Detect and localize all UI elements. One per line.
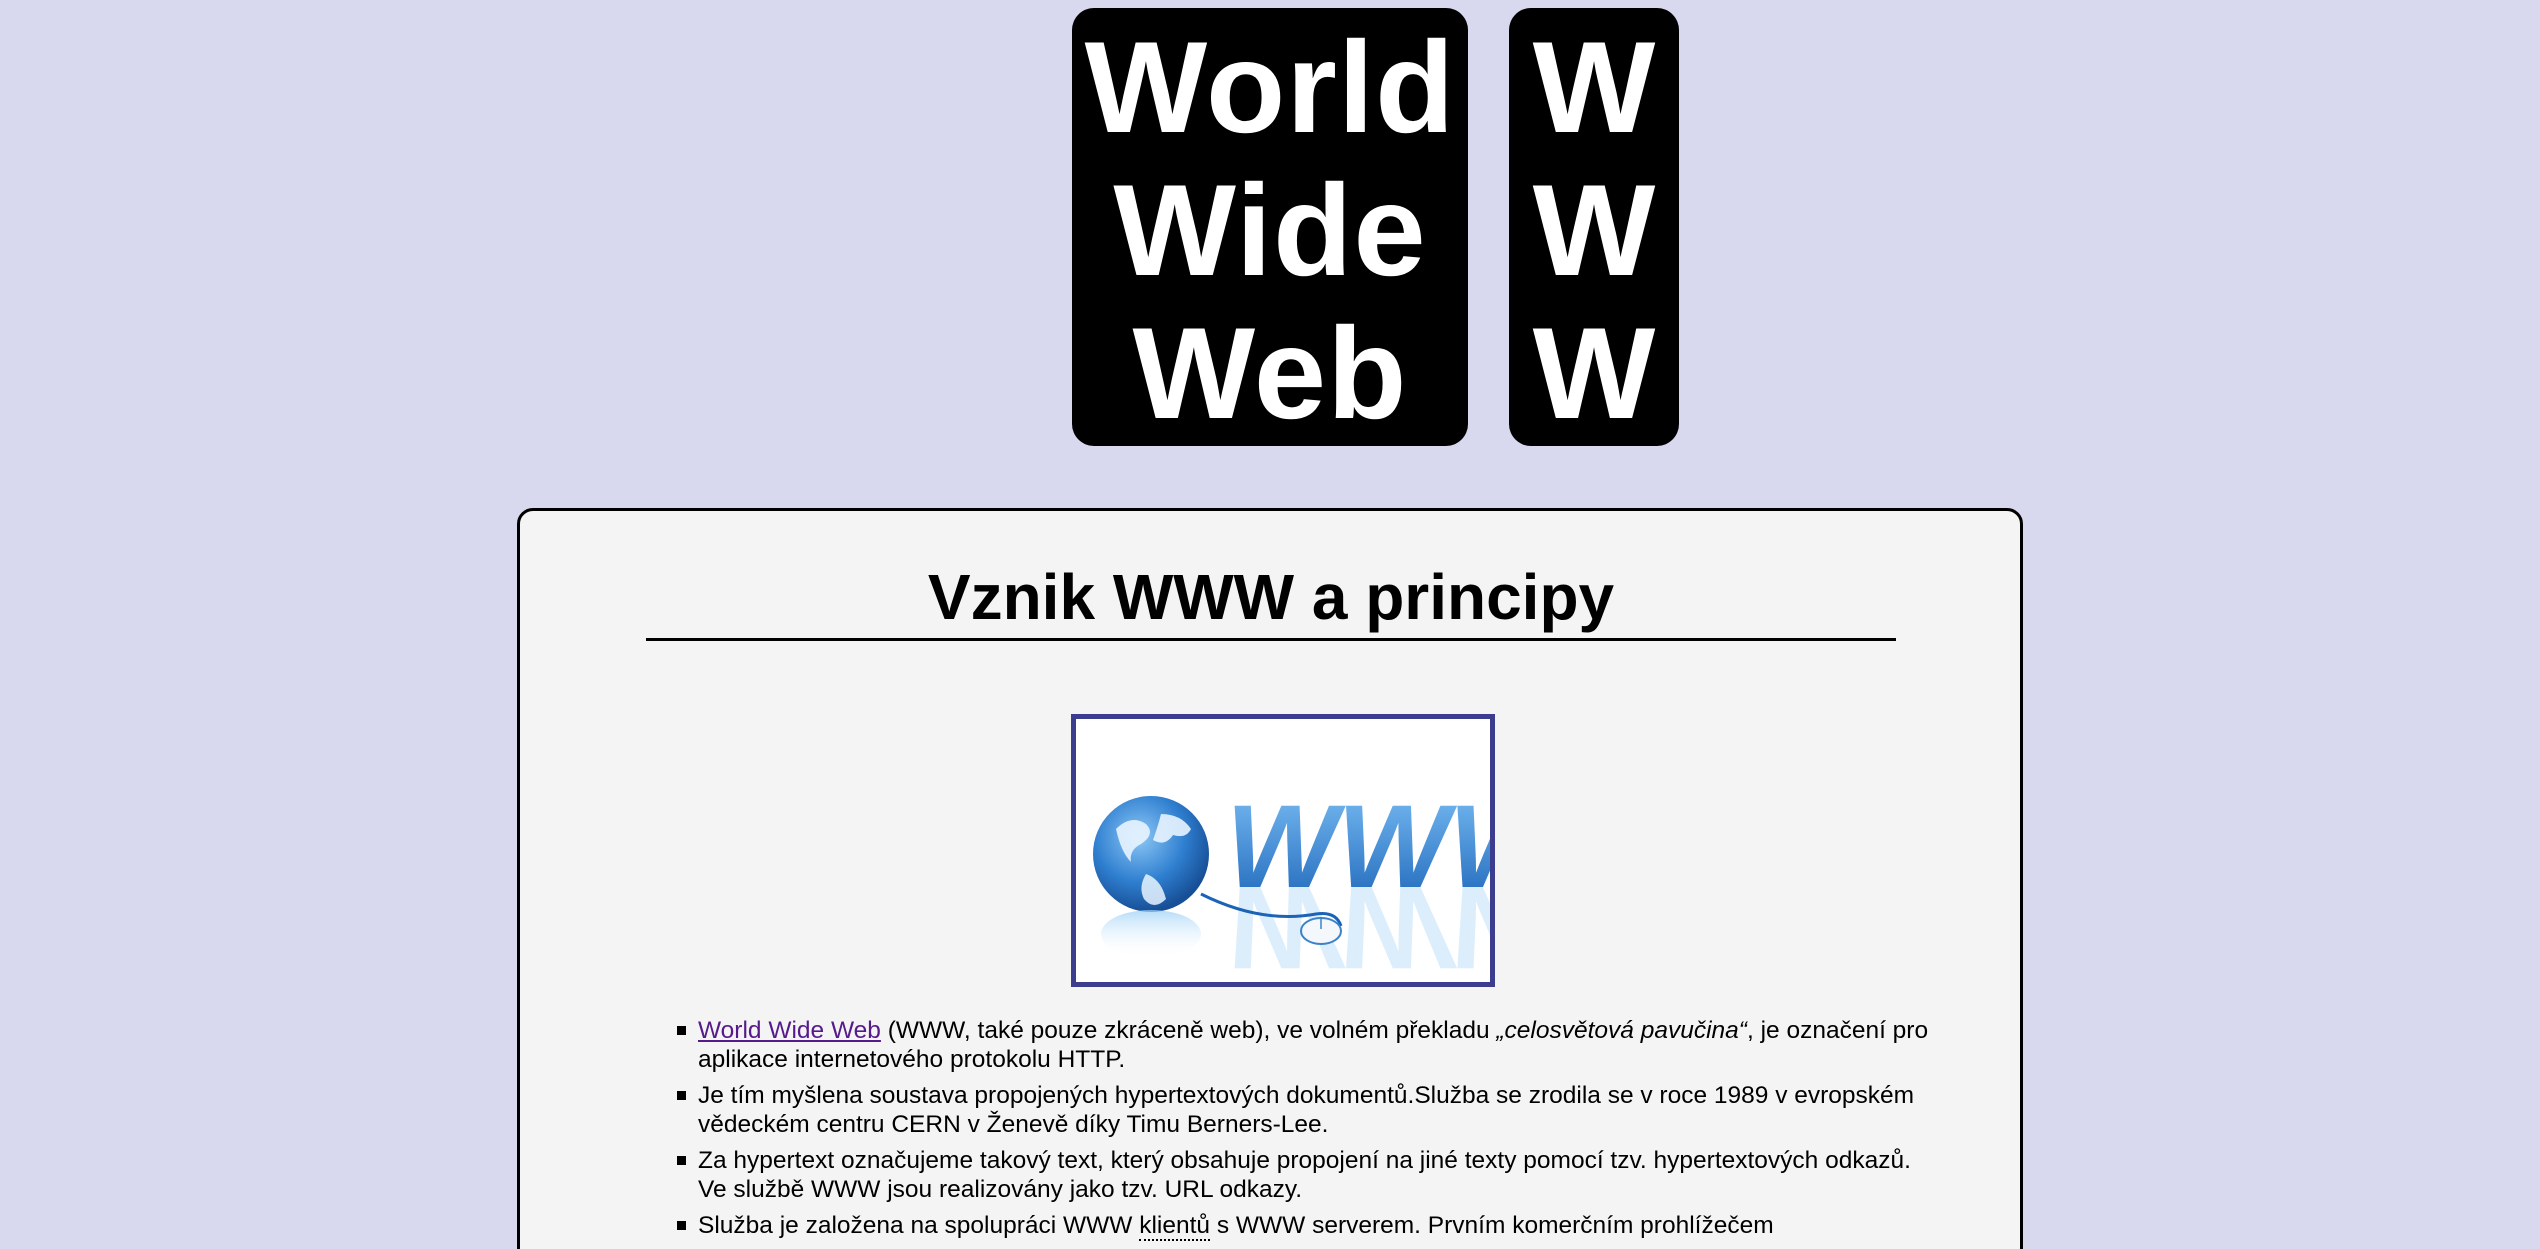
logo-letter: W	[1532, 157, 1656, 303]
list-item: World Wide Web (WWW, také pouze zkráceně…	[677, 1016, 1938, 1074]
list-item-text: s WWW serverem. Prvním komerčním prohlíž…	[1210, 1212, 1774, 1239]
logo-letter: W	[1532, 300, 1656, 446]
list-item: Za hypertext označujeme takový text, kte…	[677, 1146, 1938, 1204]
page: World Wide Web W W W Vznik WWW a princip…	[0, 0, 2540, 1249]
list-item-text: (WWW, také pouze zkráceně web), ve volné…	[880, 1017, 1497, 1044]
list-item: Je tím myšlena soustava propojených hype…	[677, 1081, 1938, 1139]
abbr-klientu[interactable]: klientů	[1139, 1212, 1211, 1241]
www-reflection: WWW	[1226, 861, 1490, 982]
content-card: Vznik WWW a principy WW WW World Wide We…	[517, 508, 2023, 1249]
logo-word: Web	[1132, 300, 1408, 446]
page-title: Vznik WWW a principy	[646, 559, 1896, 641]
logo-letter: W	[1532, 14, 1656, 160]
link-world-wide-web[interactable]: World Wide Web	[698, 1017, 881, 1044]
info-list: World Wide Web (WWW, také pouze zkráceně…	[650, 1016, 1938, 1247]
list-item: Služba je založena na spolupráci WWW kli…	[677, 1211, 1938, 1241]
logo-word: World	[1084, 14, 1456, 160]
logo-world-wide-web: World Wide Web	[1072, 8, 1468, 446]
logo-word: Wide	[1113, 157, 1427, 303]
list-item-italic: „celosvětová pavučina“	[1496, 1017, 1747, 1044]
www-globe-illustration: WWW WWW	[1076, 719, 1490, 982]
www-globe-image: WWW WWW	[1071, 714, 1495, 987]
logo-www: W W W	[1509, 8, 1679, 446]
list-item-text: Služba je založena na spolupráci WWW	[698, 1212, 1140, 1239]
